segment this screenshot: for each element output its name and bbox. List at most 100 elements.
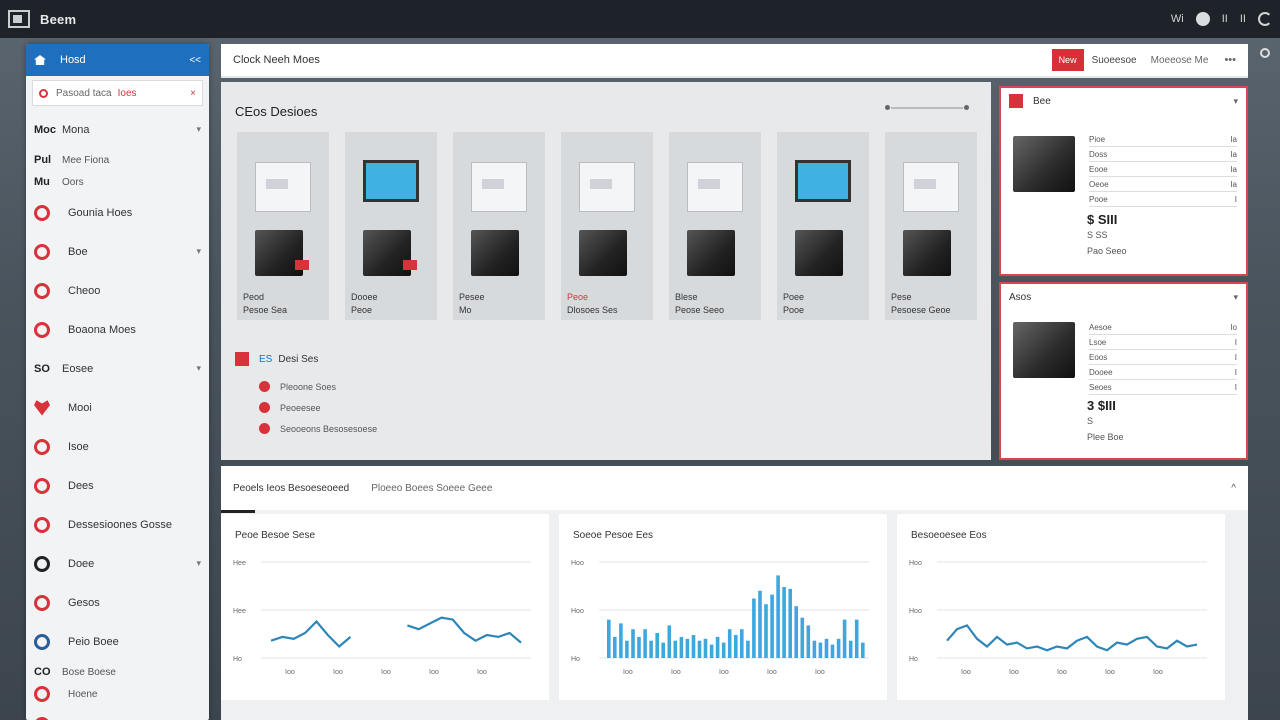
sidebar-item[interactable]: Mu Oors [26, 171, 209, 193]
circle-icon [34, 204, 50, 221]
circle-icon [34, 321, 50, 338]
chevron-down-icon[interactable]: ▾ [1233, 292, 1238, 303]
topbar-item-3[interactable]: II [1240, 13, 1246, 25]
alert-icon [1009, 94, 1023, 108]
device-subtitle: Mo [459, 305, 472, 315]
globe-icon [34, 633, 50, 650]
bar [655, 633, 659, 658]
sidebar-item-label: Doee [68, 557, 95, 570]
device-card[interactable]: Peod Pesoe Sea [237, 132, 329, 320]
new-button[interactable]: New [1051, 49, 1084, 71]
sidebar-search[interactable]: Pasoad taca Ioes × [32, 80, 203, 106]
sidebar-item[interactable]: Isoe [26, 427, 209, 466]
printer-image [579, 162, 635, 212]
sidebar-item[interactable]: Boe ▾ [26, 232, 209, 271]
circle-icon [34, 686, 50, 702]
bar [649, 640, 653, 658]
user-avatar-icon[interactable] [1195, 12, 1210, 26]
spec-label: Aesoe [1089, 322, 1112, 332]
sidebar-item[interactable]: Gounia Hoes [26, 193, 209, 232]
alert-row[interactable]: Seooeons Besosesoese [235, 418, 377, 439]
app-logo-icon[interactable] [8, 10, 30, 28]
spec-label: Pioe [1089, 134, 1106, 144]
clear-search-icon[interactable]: × [190, 88, 196, 99]
sidebar-item[interactable]: Dessesioones Gosse [26, 505, 209, 544]
sidebar-item[interactable]: Cheoo [26, 271, 209, 310]
device-card[interactable]: Pesee Mo [453, 132, 545, 320]
device-card[interactable]: Blese Peose Seeo [669, 132, 761, 320]
header-link-2[interactable]: Moeeose Me [1151, 55, 1209, 66]
device-subtitle: Pooe [783, 305, 805, 315]
sidebar-item[interactable]: Pul Mee Fiona [26, 149, 209, 171]
header-link-1[interactable]: Suoeesoe [1092, 55, 1137, 66]
spec-label: Dooee [1089, 367, 1113, 377]
more-options-icon[interactable]: ••• [1224, 54, 1236, 66]
bar [679, 636, 684, 658]
bar [812, 640, 817, 658]
circle-icon [34, 716, 50, 720]
laptop-image [363, 160, 419, 202]
bar [721, 642, 726, 658]
tab-analytics-2[interactable]: Ploeeo Boees Soeee Geee [371, 483, 492, 494]
chevron-down-icon[interactable]: ▾ [196, 558, 201, 569]
chevron-down-icon[interactable]: ▾ [196, 124, 201, 135]
y-tick-label: Hoo [909, 608, 922, 615]
sidebar-item[interactable]: Hoene [26, 683, 209, 705]
circle-icon [34, 243, 50, 260]
alert-row[interactable]: Pleoone Soes [235, 376, 377, 397]
detail-card-header: Asos ▾ [1001, 284, 1246, 310]
bar [685, 638, 690, 658]
device-name: Pesee [459, 292, 485, 302]
bar [637, 636, 641, 658]
tab-analytics-1[interactable]: Peoels Ieos Besoeseoeed [233, 483, 349, 494]
sidebar-item[interactable]: Dees [26, 466, 209, 505]
server-image [1013, 322, 1075, 378]
chevron-down-icon[interactable]: ▾ [196, 363, 201, 374]
app-title: Beem [40, 11, 77, 27]
sidebar-item[interactable]: SO Eosee ▾ [26, 349, 209, 388]
bar [667, 625, 672, 658]
topbar-item-1[interactable]: Wi [1171, 13, 1184, 25]
sidebar-item[interactable]: Pacine [26, 705, 209, 720]
expand-icon[interactable]: ^ [1231, 483, 1236, 494]
sidebar-item[interactable]: Gesos [26, 583, 209, 622]
bar [625, 640, 629, 658]
device-subtitle: Pesoese Geoe [891, 305, 951, 315]
refresh-icon[interactable] [1258, 12, 1272, 26]
alert-row[interactable]: Peoeesee [235, 397, 377, 418]
sidebar-item[interactable]: Peio Boee [26, 622, 209, 661]
sidebar-item[interactable]: Moc Mona ▾ [26, 110, 209, 149]
topbar-item-2[interactable]: II [1222, 13, 1228, 25]
sidebar-item[interactable]: Doee ▾ [26, 544, 209, 583]
carousel-slider[interactable] [885, 105, 969, 110]
device-card[interactable]: Poee Pooe [777, 132, 869, 320]
device-card[interactable]: Peoe Dlosoes Ses [561, 132, 653, 320]
settings-icon[interactable] [1260, 48, 1270, 58]
device-subtitle: Dlosoes Ses [567, 305, 618, 315]
price-sub: Plee Boe [1087, 432, 1124, 442]
spec-value: I [1234, 367, 1237, 377]
detail-card-title: Bee [1033, 95, 1051, 107]
heart-icon [34, 400, 50, 416]
bar [800, 617, 805, 658]
device-card[interactable]: Dooee Peoe [345, 132, 437, 320]
sidebar-item[interactable]: Boaona Moes [26, 310, 209, 349]
detail-card-2[interactable]: Asos ▾ Aesoe Io Lsoe I Eoos I Dooee I Seoes I 3 $… [999, 282, 1248, 460]
sidebar-item[interactable]: Mooi [26, 388, 209, 427]
sidebar-header[interactable]: Hosd << [26, 44, 209, 76]
search-tag[interactable]: Ioes [118, 88, 137, 99]
server-image [903, 230, 951, 276]
chevron-down-icon[interactable]: ▾ [1233, 96, 1238, 107]
bar [770, 594, 774, 658]
printer-image [687, 162, 743, 212]
server-image [255, 230, 309, 276]
sidebar-item[interactable]: CO Bose Boese [26, 661, 209, 683]
collapse-sidebar-icon[interactable]: << [189, 55, 201, 66]
y-tick-label: Ho [233, 656, 242, 663]
sidebar-item-label: Bose Boese [62, 666, 116, 678]
device-name: Pese [891, 292, 912, 302]
chevron-down-icon[interactable]: ▾ [196, 246, 201, 257]
series-line [946, 624, 1198, 652]
detail-card-1[interactable]: Bee ▾ Pioe Ia Doss Ia Eooe Ia Oeoe Ia Pooe I $ SI… [999, 86, 1248, 276]
device-card[interactable]: Pese Pesoese Geoe [885, 132, 977, 320]
